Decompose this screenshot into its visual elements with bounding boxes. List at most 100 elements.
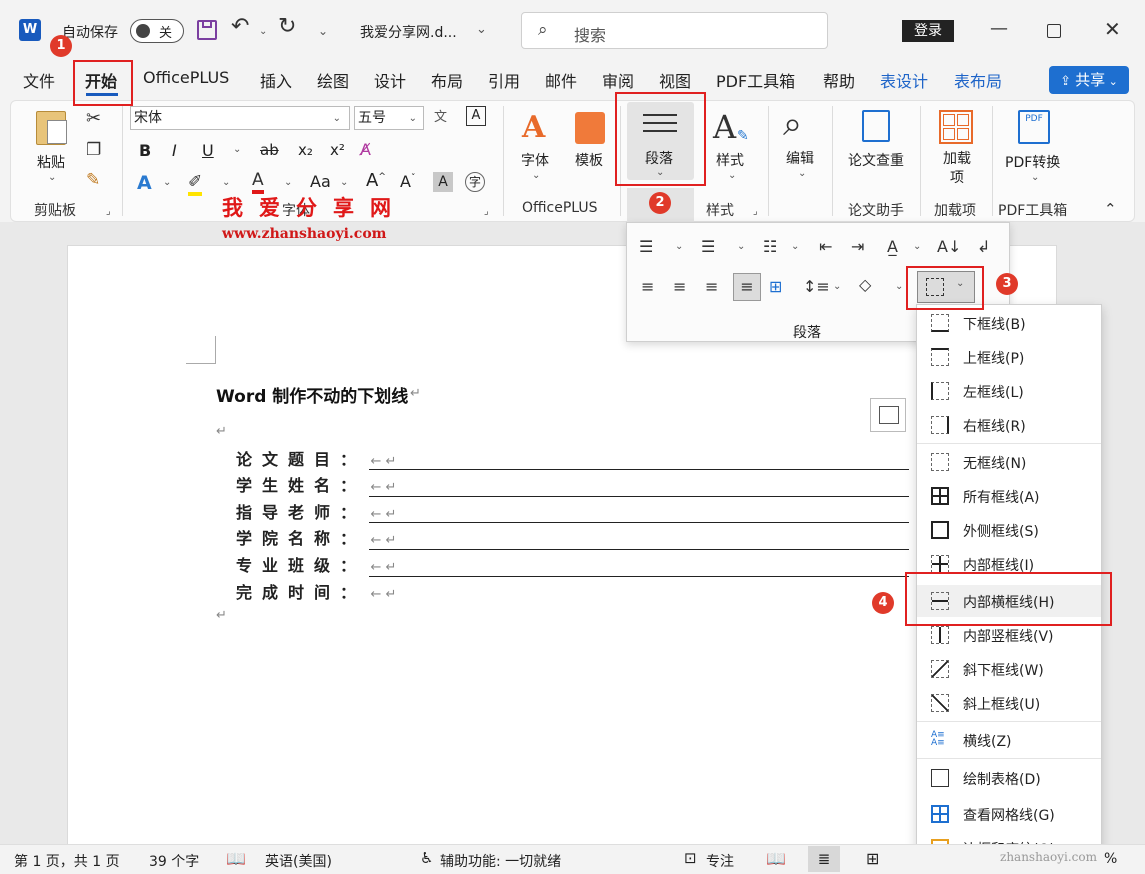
tab-table-design[interactable]: 表设计 bbox=[880, 68, 928, 92]
font-color-dropdown-icon[interactable]: ⌄ bbox=[284, 177, 292, 188]
distributed-icon[interactable]: ⊞ bbox=[769, 277, 782, 296]
undo-icon[interactable]: ↶ bbox=[231, 14, 249, 39]
template-button[interactable]: 模板 bbox=[575, 150, 603, 170]
chinese-layout-icon[interactable]: A̲ bbox=[887, 237, 898, 256]
save-icon[interactable] bbox=[197, 20, 217, 40]
customize-qat-icon[interactable]: ⌄ bbox=[318, 24, 328, 38]
decrease-indent-icon[interactable]: ⇤ bbox=[819, 237, 832, 256]
menu-item-outside-borders[interactable]: 外侧框线(S) bbox=[917, 514, 1101, 546]
zoom-percent[interactable]: % bbox=[1104, 851, 1117, 867]
tab-mailings[interactable]: 邮件 bbox=[545, 68, 577, 92]
align-left-icon[interactable]: ≡ bbox=[641, 277, 654, 296]
line-spacing-icon[interactable]: ↕≡ bbox=[803, 277, 830, 296]
menu-item-diagonal-up-border[interactable]: 斜上框线(U) bbox=[917, 687, 1101, 719]
font-size-dropdown-icon[interactable]: ⌄ bbox=[409, 108, 417, 130]
paste-icon[interactable] bbox=[36, 111, 67, 145]
font-style-icon[interactable]: A bbox=[522, 110, 545, 145]
clear-formatting-icon[interactable]: A̸ bbox=[360, 140, 371, 159]
tab-officeplus[interactable]: OfficePLUS bbox=[143, 68, 229, 87]
minimize-icon[interactable]: — bbox=[990, 18, 1008, 39]
font-name-combo[interactable]: 宋体 ⌄ bbox=[130, 106, 350, 130]
tab-insert[interactable]: 插入 bbox=[260, 68, 292, 92]
tab-table-layout[interactable]: 表布局 bbox=[954, 68, 1002, 92]
focus-icon[interactable]: ⊡ bbox=[684, 849, 697, 867]
table-quick-layout-icon[interactable] bbox=[870, 398, 906, 432]
bold-icon[interactable]: B bbox=[139, 141, 151, 160]
form-row[interactable]: 专业班级： ← ↵ bbox=[236, 552, 916, 578]
chinese-layout-dropdown-icon[interactable]: ⌄ bbox=[913, 241, 921, 252]
maximize-icon[interactable] bbox=[1047, 24, 1061, 38]
pdf-convert-button[interactable]: PDF转换 bbox=[1005, 152, 1060, 172]
status-word-count[interactable]: 39 个字 bbox=[149, 851, 199, 871]
document-heading[interactable]: Word 制作不动的下划线 bbox=[216, 382, 408, 407]
font-size-combo[interactable]: 五号 ⌄ bbox=[354, 106, 424, 130]
font-color-icon[interactable]: A bbox=[252, 170, 264, 194]
close-icon[interactable]: ✕ bbox=[1104, 17, 1121, 41]
status-focus[interactable]: 专注 bbox=[706, 851, 734, 871]
form-row[interactable]: 学生姓名： ← ↵ bbox=[236, 472, 916, 498]
search-box[interactable]: ⌕ 搜索 bbox=[521, 12, 828, 49]
tab-references[interactable]: 引用 bbox=[488, 68, 520, 92]
tab-pdf-toolbox[interactable]: PDF工具箱 bbox=[716, 68, 795, 92]
tab-file[interactable]: 文件 bbox=[23, 68, 55, 92]
styles-icon[interactable]: A bbox=[713, 108, 736, 146]
font-style-button[interactable]: 字体 bbox=[521, 150, 549, 170]
styles-launcher-icon[interactable]: ⌟ bbox=[753, 206, 758, 217]
menu-item-bottom-border[interactable]: 下框线(B) bbox=[917, 307, 1101, 339]
collapse-ribbon-icon[interactable]: ⌃ bbox=[1104, 200, 1117, 218]
thesis-check-button[interactable]: 论文查重 bbox=[848, 150, 904, 170]
tab-draw[interactable]: 绘图 bbox=[317, 68, 349, 92]
enclose-characters-icon[interactable]: 字 bbox=[465, 172, 485, 192]
multilevel-dropdown-icon[interactable]: ⌄ bbox=[791, 241, 799, 252]
status-accessibility[interactable]: 辅助功能: 一切就绪 bbox=[440, 851, 561, 871]
increase-indent-icon[interactable]: ⇥ bbox=[851, 237, 864, 256]
web-layout-icon[interactable]: ⊞ bbox=[866, 849, 879, 868]
text-effects-dropdown-icon[interactable]: ⌄ bbox=[163, 177, 171, 188]
word-app-icon[interactable]: W bbox=[19, 19, 41, 41]
underline-dropdown-icon[interactable]: ⌄ bbox=[233, 144, 241, 155]
addins-icon[interactable] bbox=[939, 110, 973, 144]
bullets-icon[interactable]: ☰ bbox=[639, 237, 653, 256]
tab-layout[interactable]: 布局 bbox=[431, 68, 463, 92]
menu-item-top-border[interactable]: 上框线(P) bbox=[917, 341, 1101, 373]
grow-font-icon[interactable]: A^ bbox=[366, 170, 386, 191]
undo-dropdown-icon[interactable]: ⌄ bbox=[259, 26, 267, 37]
bullets-dropdown-icon[interactable]: ⌄ bbox=[675, 241, 683, 252]
status-page-info[interactable]: 第 1 页，共 1 页 bbox=[14, 851, 120, 871]
form-row[interactable]: 学院名称： ← ↵ bbox=[236, 525, 916, 551]
character-border-icon[interactable]: A bbox=[466, 106, 486, 126]
highlight-icon[interactable]: ✐ bbox=[188, 172, 203, 196]
align-right-icon[interactable]: ≡ bbox=[705, 277, 718, 296]
menu-item-all-borders[interactable]: 所有框线(A) bbox=[917, 480, 1101, 512]
accessibility-icon[interactable]: ♿ bbox=[420, 849, 433, 867]
styles-dropdown-icon[interactable]: ⌄ bbox=[728, 170, 736, 181]
font-style-dropdown-icon[interactable]: ⌄ bbox=[532, 170, 540, 181]
sort-icon[interactable]: A↓ bbox=[937, 237, 961, 256]
phonetic-guide-icon[interactable]: 文 bbox=[434, 106, 447, 125]
menu-item-draw-table[interactable]: 绘制表格(D) bbox=[917, 762, 1101, 794]
cut-icon[interactable]: ✂ bbox=[86, 108, 101, 129]
strikethrough-icon[interactable]: ab bbox=[260, 141, 279, 159]
thesis-check-icon[interactable] bbox=[862, 110, 890, 142]
share-button[interactable]: ⇪ 共享 ⌄ bbox=[1049, 66, 1129, 94]
tab-view[interactable]: 视图 bbox=[659, 68, 691, 92]
pdf-convert-dropdown-icon[interactable]: ⌄ bbox=[1031, 172, 1039, 183]
paste-label[interactable]: 粘贴 bbox=[37, 152, 65, 172]
addins-button[interactable]: 加载项 bbox=[942, 150, 972, 188]
subscript-icon[interactable]: x₂ bbox=[298, 141, 313, 159]
title-dropdown-icon[interactable]: ⌄ bbox=[476, 22, 487, 37]
change-case-dropdown-icon[interactable]: ⌄ bbox=[340, 177, 348, 188]
multilevel-list-icon[interactable]: ☷ bbox=[763, 237, 777, 256]
shading-icon[interactable]: ◇ bbox=[859, 275, 871, 294]
form-row[interactable]: 完成时间： ← ↵ bbox=[236, 579, 916, 605]
menu-item-no-border[interactable]: 无框线(N) bbox=[917, 446, 1101, 478]
editing-search-icon[interactable]: ⌕ bbox=[783, 104, 802, 144]
menu-item-right-border[interactable]: 右框线(R) bbox=[917, 409, 1101, 441]
format-painter-icon[interactable]: ✎ bbox=[86, 170, 100, 190]
character-shading-icon[interactable]: A bbox=[433, 172, 453, 192]
pdf-convert-icon[interactable]: PDF bbox=[1018, 110, 1050, 144]
font-launcher-icon[interactable]: ⌟ bbox=[484, 206, 489, 217]
editing-button[interactable]: 编辑 bbox=[786, 148, 814, 168]
highlight-dropdown-icon[interactable]: ⌄ bbox=[222, 177, 230, 188]
menu-item-left-border[interactable]: 左框线(L) bbox=[917, 375, 1101, 407]
